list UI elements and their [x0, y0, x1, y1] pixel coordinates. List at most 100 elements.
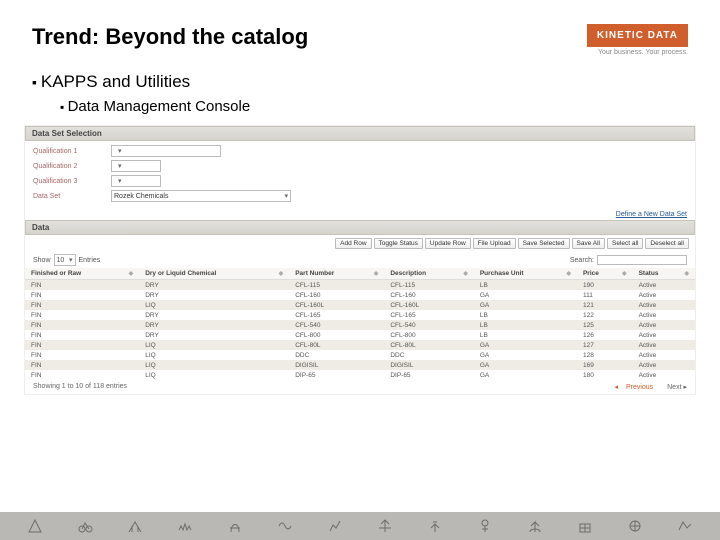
table-cell: LIQ	[139, 300, 289, 310]
table-cell: CFL-160	[384, 290, 474, 300]
panel-data-set-selection: Data Set Selection	[25, 126, 695, 141]
table-cell: Active	[633, 360, 695, 370]
col-purchase-unit[interactable]: Purchase Unit◆	[474, 268, 577, 280]
table-cell: 190	[577, 280, 633, 291]
save-selected-button[interactable]: Save Selected	[518, 238, 570, 249]
table-cell: GA	[474, 350, 577, 360]
table-cell: GA	[474, 360, 577, 370]
table-cell: 111	[577, 290, 633, 300]
table-cell: Active	[633, 310, 695, 320]
table-row[interactable]: FINLIQDDCDDCGA128Active	[25, 350, 695, 360]
table-cell: CFL-800	[384, 330, 474, 340]
table-cell: DDC	[289, 350, 384, 360]
table-cell: LB	[474, 280, 577, 291]
table-cell: Active	[633, 340, 695, 350]
show-label: Show	[33, 257, 51, 264]
table-cell: DRY	[139, 330, 289, 340]
table-cell: FIN	[25, 310, 139, 320]
col-description[interactable]: Description◆	[384, 268, 474, 280]
col-part-number[interactable]: Part Number◆	[289, 268, 384, 280]
table-cell: 127	[577, 340, 633, 350]
table-row[interactable]: FINDRYCFL-115CFL-115LB190Active	[25, 280, 695, 291]
data-table: Finished or Raw◆ Dry or Liquid Chemical◆…	[25, 268, 695, 380]
brand-block: KINETIC DATA Your business. Your process…	[587, 24, 688, 56]
table-cell: Active	[633, 370, 695, 380]
table-cell: LB	[474, 310, 577, 320]
qual1-label: Qualification 1	[33, 148, 103, 155]
table-row[interactable]: FINDRYCFL-165CFL-165LB122Active	[25, 310, 695, 320]
dataset-select[interactable]: Rozek Chemicals	[111, 190, 291, 202]
footer-icon	[227, 518, 243, 534]
prev-link[interactable]: ◂ Previous	[614, 384, 653, 391]
show-count-select[interactable]: 10	[54, 254, 76, 266]
footer-icon	[377, 518, 393, 534]
col-price[interactable]: Price◆	[577, 268, 633, 280]
entries-label: Entries	[79, 257, 101, 264]
dataset-label: Data Set	[33, 193, 103, 200]
table-cell: DIGISIL	[289, 360, 384, 370]
col-finished-raw[interactable]: Finished or Raw◆	[25, 268, 139, 280]
table-row[interactable]: FINLIQCFL-160LCFL-160LGA121Active	[25, 300, 695, 310]
col-dry-liquid[interactable]: Dry or Liquid Chemical◆	[139, 268, 289, 280]
table-cell: CFL-80L	[289, 340, 384, 350]
table-cell: FIN	[25, 340, 139, 350]
footer-icon	[427, 518, 443, 534]
table-cell: 180	[577, 370, 633, 380]
table-cell: 126	[577, 330, 633, 340]
table-row[interactable]: FINDRYCFL-160CFL-160GA111Active	[25, 290, 695, 300]
table-cell: GA	[474, 340, 577, 350]
footer-icon	[27, 518, 43, 534]
table-row[interactable]: FINLIQDIGISILDIGISILGA169Active	[25, 360, 695, 370]
search-label: Search:	[570, 257, 594, 264]
table-row[interactable]: FINLIQCFL-80LCFL-80LGA127Active	[25, 340, 695, 350]
table-cell: CFL-160L	[384, 300, 474, 310]
toggle-status-button[interactable]: Toggle Status	[374, 238, 423, 249]
footer-icon-strip	[0, 512, 720, 540]
next-link[interactable]: Next ▸	[661, 384, 687, 391]
table-cell: FIN	[25, 360, 139, 370]
table-cell: LIQ	[139, 360, 289, 370]
table-cell: CFL-115	[289, 280, 384, 291]
bullet-kapps: KAPPS and Utilities	[32, 72, 688, 92]
table-row[interactable]: FINDRYCFL-800CFL-800LB126Active	[25, 330, 695, 340]
brand-logo: KINETIC DATA	[587, 24, 688, 47]
table-cell: Active	[633, 300, 695, 310]
table-cell: 169	[577, 360, 633, 370]
table-cell: FIN	[25, 300, 139, 310]
col-status[interactable]: Status◆	[633, 268, 695, 280]
file-upload-button[interactable]: File Upload	[473, 238, 516, 249]
save-all-button[interactable]: Save All	[572, 238, 606, 249]
table-cell: CFL-165	[289, 310, 384, 320]
app-screenshot: Data Set Selection Qualification 1 Quali…	[24, 125, 696, 395]
add-row-button[interactable]: Add Row	[335, 238, 371, 249]
table-row[interactable]: FINLIQDIP-65DIP-65GA180Active	[25, 370, 695, 380]
footer-icon	[627, 518, 643, 534]
page-title: Trend: Beyond the catalog	[32, 24, 308, 50]
table-cell: DRY	[139, 310, 289, 320]
table-cell: CFL-80L	[384, 340, 474, 350]
footer-icon	[177, 518, 193, 534]
table-cell: DIP-65	[289, 370, 384, 380]
table-cell: FIN	[25, 290, 139, 300]
table-cell: DRY	[139, 280, 289, 291]
table-cell: FIN	[25, 280, 139, 291]
qual3-select[interactable]	[111, 175, 161, 187]
update-row-button[interactable]: Update Row	[425, 238, 471, 249]
table-cell: 122	[577, 310, 633, 320]
table-cell: LIQ	[139, 340, 289, 350]
panel-data: Data	[25, 220, 695, 235]
qual2-select[interactable]	[111, 160, 161, 172]
footer-icon	[527, 518, 543, 534]
footer-icon	[327, 518, 343, 534]
define-new-dataset-link[interactable]: Define a New Data Set	[25, 209, 695, 220]
table-cell: Active	[633, 280, 695, 291]
table-cell: CFL-115	[384, 280, 474, 291]
qual1-select[interactable]	[111, 145, 221, 157]
table-cell: CFL-165	[384, 310, 474, 320]
select-all-button[interactable]: Select all	[607, 238, 643, 249]
deselect-all-button[interactable]: Deselect all	[645, 238, 689, 249]
search-input[interactable]	[597, 255, 687, 265]
table-cell: Active	[633, 350, 695, 360]
table-cell: DIGISIL	[384, 360, 474, 370]
table-row[interactable]: FINDRYCFL-540CFL-540LB125Active	[25, 320, 695, 330]
